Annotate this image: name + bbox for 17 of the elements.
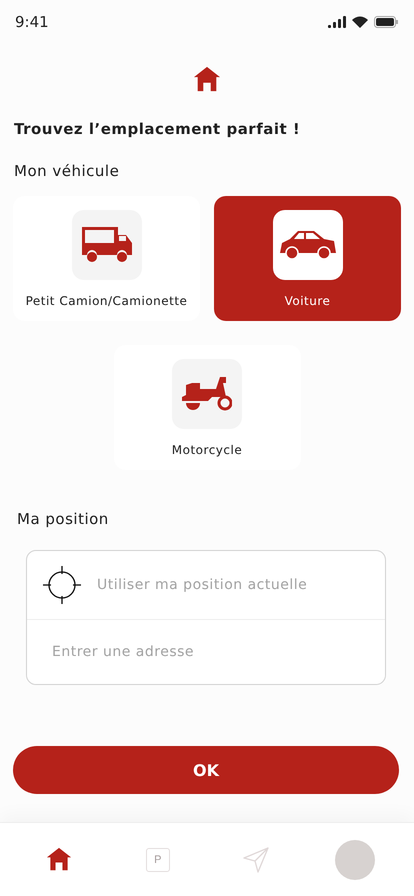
section-label: Ma position [17, 510, 110, 528]
truck-icon [82, 227, 132, 264]
battery-icon [374, 16, 398, 28]
send-icon [243, 846, 270, 872]
ok-button[interactable]: OK [13, 746, 399, 794]
vehicle-card[interactable]: Voiture [214, 196, 401, 322]
wifi-icon [352, 16, 368, 28]
status-time: 9:41 [15, 13, 49, 31]
home-icon [46, 847, 72, 872]
signal-icon [328, 16, 346, 28]
car-icon [280, 229, 336, 262]
home-icon [193, 66, 221, 92]
page-title: Trouvez l’emplacement parfait ! [14, 120, 302, 138]
section-label: Mon véhicule [14, 162, 120, 180]
crosshair-icon [43, 566, 81, 604]
avatar [334, 840, 375, 880]
scooter-icon [182, 377, 232, 412]
